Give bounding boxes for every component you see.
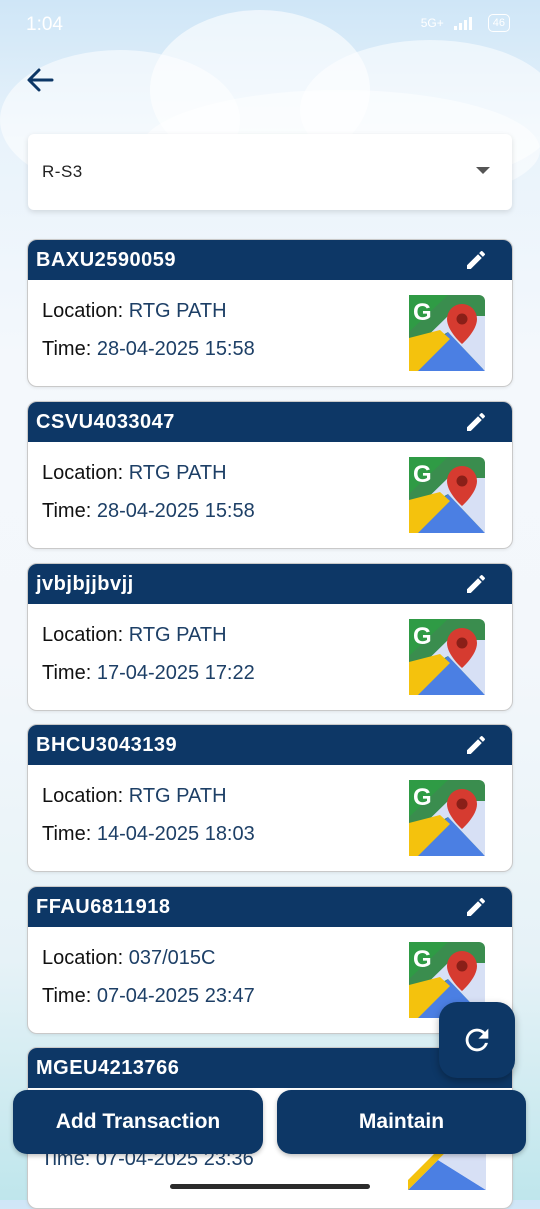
container-number: MGEU4213766 <box>36 1057 180 1079</box>
container-card[interactable]: CSVU4033047 Location: RTG PATH Time: 28-… <box>27 401 513 549</box>
refresh-button[interactable] <box>439 1002 515 1078</box>
time-label: Time: <box>42 662 92 684</box>
container-card[interactable]: BAXU2590059 Location: RTG PATH Time: 28-… <box>27 239 513 387</box>
google-maps-icon[interactable]: G <box>408 618 486 696</box>
location-label: Location: <box>42 785 124 807</box>
pencil-icon[interactable] <box>464 895 488 919</box>
time-line: Time: 07-04-2025 23:47 <box>42 985 255 1008</box>
location-value: RTG PATH <box>128 785 227 807</box>
svg-text:G: G <box>413 946 432 973</box>
time-line: Time: 14-04-2025 18:03 <box>42 823 255 846</box>
time-value: 07-04-2025 23:47 <box>96 985 255 1007</box>
location-value: RTG PATH <box>128 462 227 484</box>
location-line: Location: RTG PATH <box>42 624 227 647</box>
time-label: Time: <box>42 338 92 360</box>
time-line: Time: 28-04-2025 15:58 <box>42 338 255 361</box>
arrow-left-icon <box>27 68 54 92</box>
card-header: FFAU6811918 <box>28 887 512 927</box>
container-number: CSVU4033047 <box>36 411 175 433</box>
google-maps-icon[interactable]: G <box>408 779 486 857</box>
location-line: Location: RTG PATH <box>42 785 227 808</box>
location-value: RTG PATH <box>128 300 227 322</box>
google-maps-icon[interactable]: G <box>408 294 486 372</box>
pencil-icon[interactable] <box>464 410 488 434</box>
time-value: 17-04-2025 17:22 <box>96 662 255 684</box>
svg-text:G: G <box>413 461 432 488</box>
pencil-icon[interactable] <box>464 733 488 757</box>
maintain-button[interactable]: Maintain <box>277 1090 526 1154</box>
time-label: Time: <box>42 823 92 845</box>
battery-indicator: 46 <box>487 14 510 32</box>
network-label: 5G+ <box>420 16 444 30</box>
pencil-icon[interactable] <box>464 248 488 272</box>
time-label: Time: <box>42 500 92 522</box>
status-icons: 5G+ 46 <box>421 14 510 32</box>
card-header: BHCU3043139 <box>28 725 512 765</box>
time-value: 28-04-2025 15:58 <box>96 338 255 360</box>
google-maps-icon[interactable]: G <box>408 456 486 534</box>
container-card[interactable]: jvbjbjjbvjj Location: RTG PATH Time: 17-… <box>27 563 513 711</box>
container-card[interactable]: BHCU3043139 Location: RTG PATH Time: 14-… <box>27 724 513 872</box>
card-header: jvbjbjjbvjj <box>28 564 512 604</box>
container-number: BAXU2590059 <box>36 249 177 271</box>
time-value: 14-04-2025 18:03 <box>96 823 255 845</box>
refresh-icon <box>465 1028 489 1052</box>
svg-text:G: G <box>413 623 432 650</box>
dropdown-selected-value: R-S3 <box>42 162 83 181</box>
location-label: Location: <box>42 947 124 969</box>
location-line: Location: RTG PATH <box>42 462 227 485</box>
gesture-nav-bar[interactable] <box>170 1184 370 1189</box>
container-number: jvbjbjjbvjj <box>36 573 134 595</box>
container-number: BHCU3043139 <box>36 734 178 756</box>
status-time: 1:04 <box>26 14 63 35</box>
location-label: Location: <box>42 624 124 646</box>
status-bar: 1:04 5G+ 46 <box>0 0 540 48</box>
svg-text:G: G <box>413 299 432 326</box>
pencil-icon[interactable] <box>464 572 488 596</box>
location-value: 037/015C <box>128 947 216 969</box>
google-maps-icon[interactable] <box>408 1150 486 1190</box>
card-header: BAXU2590059 <box>28 240 512 280</box>
signal-icon <box>453 17 472 30</box>
location-label: Location: <box>42 462 124 484</box>
location-label: Location: <box>42 300 124 322</box>
card-header: CSVU4033047 <box>28 402 512 442</box>
add-transaction-button[interactable]: Add Transaction <box>13 1090 263 1154</box>
time-label: Time: <box>42 985 92 1007</box>
location-value: RTG PATH <box>128 624 227 646</box>
time-value: 28-04-2025 15:58 <box>96 500 255 522</box>
svg-text:G: G <box>413 784 432 811</box>
container-number: FFAU6811918 <box>36 896 171 918</box>
back-button[interactable] <box>20 60 60 100</box>
location-line: Location: RTG PATH <box>42 300 227 323</box>
time-line: Time: 28-04-2025 15:58 <box>42 500 255 523</box>
time-line: Time: 17-04-2025 17:22 <box>42 662 255 685</box>
yard-select-dropdown[interactable]: R-S3 <box>28 134 512 210</box>
chevron-down-icon <box>476 167 490 174</box>
location-line: Location: 037/015C <box>42 947 215 970</box>
